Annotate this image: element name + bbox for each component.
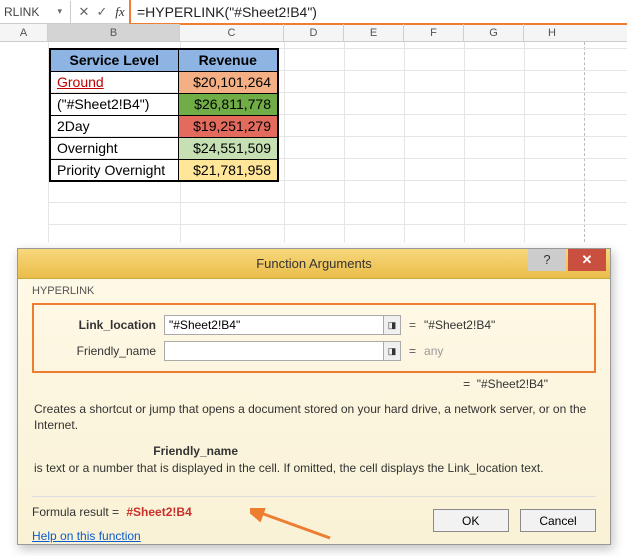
col-header-G[interactable]: G — [464, 24, 524, 41]
gridline — [284, 42, 285, 242]
link-location-input[interactable] — [169, 318, 379, 332]
gridline — [404, 42, 405, 242]
table-row: Ground $20,101,264 — [50, 71, 278, 93]
table-header-row: Service Level Revenue — [50, 49, 278, 71]
gridline — [464, 42, 465, 242]
data-table: Service Level Revenue Ground $20,101,264… — [49, 48, 279, 182]
function-arguments-dialog: Function Arguments ? ✕ HYPERLINK Link_lo… — [17, 248, 611, 545]
dialog-title-bar[interactable]: Function Arguments ? ✕ — [18, 249, 610, 279]
gridline-dashed — [584, 42, 585, 242]
arg-input-wrap — [164, 341, 384, 361]
arg-desc-label: Friendly_name — [34, 443, 244, 459]
formula-bar: RLINK ▾ ✕ ✓ fx — [0, 0, 627, 24]
dialog-title: Function Arguments — [256, 256, 372, 271]
function-description: Creates a shortcut or jump that opens a … — [34, 401, 594, 433]
dialog-buttons: OK Cancel — [425, 509, 596, 532]
formula-result-label: Formula result = — [32, 505, 122, 519]
help-on-function-link[interactable]: Help on this function — [32, 529, 141, 543]
cell-service[interactable]: Overnight — [50, 137, 178, 159]
gridline — [524, 42, 525, 242]
function-name: HYPERLINK — [32, 285, 596, 297]
cell-revenue[interactable]: $20,101,264 — [178, 71, 278, 93]
cell-revenue[interactable]: $19,251,279 — [178, 115, 278, 137]
arg-result: "#Sheet2!B4" — [424, 318, 495, 332]
col-header-D[interactable]: D — [284, 24, 344, 41]
col-header-H[interactable]: H — [524, 24, 580, 41]
cell-revenue[interactable]: $26,811,778 — [178, 93, 278, 115]
separator — [32, 496, 596, 497]
chevron-down-icon[interactable]: ▾ — [57, 6, 62, 17]
cell-revenue[interactable]: $21,781,958 — [178, 159, 278, 181]
header-service-level[interactable]: Service Level — [50, 49, 178, 71]
fx-button[interactable]: fx — [111, 4, 129, 20]
gridline — [48, 202, 627, 203]
gridline — [344, 42, 345, 242]
formula-result-value: #Sheet2!B4 — [126, 505, 191, 519]
cell-service[interactable]: 2Day — [50, 115, 178, 137]
result-preview: "#Sheet2!B4" — [477, 377, 548, 391]
arguments-box: Link_location ◨ = "#Sheet2!B4" Friendly_… — [32, 303, 596, 373]
range-selector-icon[interactable]: ◨ — [383, 315, 401, 335]
table-row: Priority Overnight $21,781,958 — [50, 159, 278, 181]
grid: Service Level Revenue Ground $20,101,264… — [0, 42, 627, 242]
header-revenue[interactable]: Revenue — [178, 49, 278, 71]
col-header-F[interactable]: F — [404, 24, 464, 41]
result-preview-row: = "#Sheet2!B4" — [32, 373, 596, 391]
arg-input-wrap — [164, 315, 384, 335]
dialog-body: HYPERLINK Link_location ◨ = "#Sheet2!B4"… — [18, 279, 610, 553]
ok-button[interactable]: OK — [433, 509, 509, 532]
friendly-name-input[interactable] — [169, 344, 379, 358]
table-row: Overnight $24,551,509 — [50, 137, 278, 159]
arg-row: Link_location ◨ = "#Sheet2!B4" — [44, 313, 584, 337]
name-box[interactable]: RLINK ▾ — [0, 5, 66, 19]
equals-sign: = — [409, 344, 416, 358]
dialog-close-button[interactable]: ✕ — [568, 249, 606, 271]
separator — [70, 1, 71, 23]
arg-description: Friendly_name is text or a number that i… — [34, 443, 594, 475]
arg-result: any — [424, 344, 443, 358]
range-selector-icon[interactable]: ◨ — [383, 341, 401, 361]
arg-desc-text: is text or a number that is displayed in… — [34, 460, 594, 476]
dialog-help-button[interactable]: ? — [528, 249, 566, 271]
col-header-A[interactable]: A — [0, 24, 48, 41]
equals-sign: = — [409, 318, 416, 332]
gridline — [48, 224, 627, 225]
formula-input[interactable] — [131, 0, 627, 23]
arg-label: Friendly_name — [44, 344, 164, 358]
table-row: ("#Sheet2!B4") $26,811,778 — [50, 93, 278, 115]
cancel-formula-button[interactable]: ✕ — [75, 4, 93, 20]
col-header-B[interactable]: B — [48, 24, 180, 41]
col-header-C[interactable]: C — [180, 24, 284, 41]
table-row: 2Day $19,251,279 — [50, 115, 278, 137]
cell-service[interactable]: Priority Overnight — [50, 159, 178, 181]
col-header-E[interactable]: E — [344, 24, 404, 41]
cell-revenue[interactable]: $24,551,509 — [178, 137, 278, 159]
arg-label: Link_location — [44, 318, 164, 332]
column-header-row: A B C D E F G H — [0, 24, 627, 42]
enter-formula-button[interactable]: ✓ — [93, 4, 111, 20]
name-box-value: RLINK — [4, 5, 39, 19]
cell-service[interactable]: ("#Sheet2!B4") — [50, 93, 178, 115]
arg-row: Friendly_name ◨ = any — [44, 339, 584, 363]
cancel-button[interactable]: Cancel — [520, 509, 596, 532]
cell-service[interactable]: Ground — [50, 71, 178, 93]
